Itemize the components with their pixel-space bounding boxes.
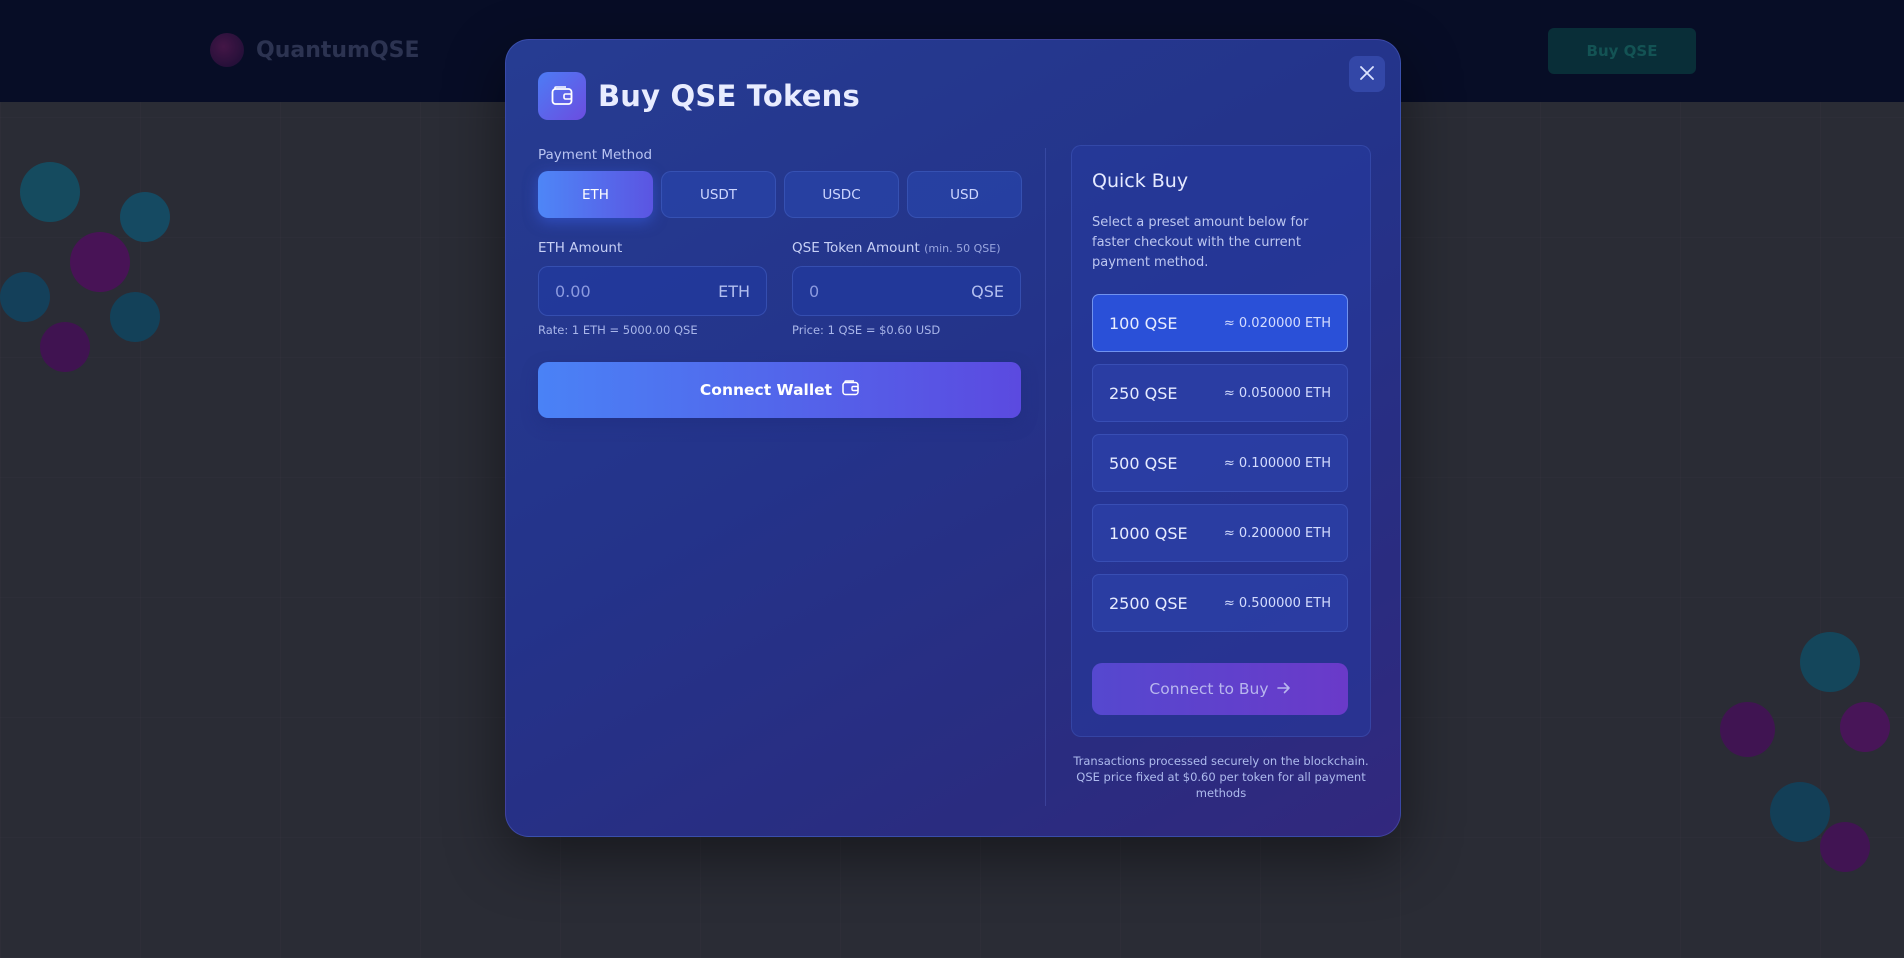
option-amount: 250 QSE bbox=[1109, 383, 1178, 403]
option-equivalent: ≈ 0.050000 ETH bbox=[1223, 385, 1331, 401]
connect-wallet-button[interactable]: Connect Wallet bbox=[538, 362, 1021, 418]
quick-buy-title: Quick Buy bbox=[1092, 170, 1189, 192]
qse-amount-label-text: QSE Token Amount bbox=[792, 240, 920, 256]
eth-amount-label: ETH Amount bbox=[538, 240, 622, 256]
footnote: Transactions processed securely on the b… bbox=[1071, 753, 1371, 801]
eth-amount-field[interactable]: ETH bbox=[538, 266, 767, 316]
payment-option-eth[interactable]: ETH bbox=[538, 171, 653, 218]
qse-unit-label: QSE bbox=[971, 281, 1004, 301]
connect-to-buy-button[interactable]: Connect to Buy bbox=[1092, 663, 1348, 715]
arrow-right-icon bbox=[1276, 680, 1291, 698]
quick-buy-option-2500[interactable]: 2500 QSE ≈ 0.500000 ETH bbox=[1092, 574, 1348, 632]
quick-buy-description: Select a preset amount below for faster … bbox=[1092, 215, 1309, 270]
buy-tokens-modal: Buy QSE Tokens Payment Method ETH USDT U… bbox=[505, 39, 1401, 837]
qse-min-label: (min. 50 QSE) bbox=[924, 242, 1001, 255]
quick-buy-option-500[interactable]: 500 QSE ≈ 0.100000 ETH bbox=[1092, 434, 1348, 492]
column-divider bbox=[1045, 148, 1046, 806]
modal-title: Buy QSE Tokens bbox=[598, 79, 860, 113]
payment-method-selector: ETH USDT USDC USD bbox=[538, 171, 1022, 218]
qse-amount-label: QSE Token Amount (min. 50 QSE) bbox=[792, 240, 1000, 256]
eth-rate-hint: Rate: 1 ETH = 5000.00 QSE bbox=[538, 323, 698, 337]
eth-amount-label-text: ETH Amount bbox=[538, 240, 623, 256]
payment-option-usdc[interactable]: USDC bbox=[784, 171, 899, 218]
option-equivalent: ≈ 0.020000 ETH bbox=[1223, 315, 1331, 331]
option-equivalent: ≈ 0.500000 ETH bbox=[1223, 595, 1331, 611]
payment-method-label: Payment Method bbox=[538, 147, 653, 163]
quick-buy-option-100[interactable]: 100 QSE ≈ 0.020000 ETH bbox=[1092, 294, 1348, 352]
option-amount: 2500 QSE bbox=[1109, 593, 1188, 613]
qse-price-hint: Price: 1 QSE = $0.60 USD bbox=[792, 323, 941, 337]
qse-amount-field[interactable]: QSE bbox=[792, 266, 1021, 316]
wallet-icon bbox=[538, 72, 586, 120]
connect-to-buy-label: Connect to Buy bbox=[1149, 680, 1269, 698]
payment-option-usd[interactable]: USD bbox=[907, 171, 1022, 218]
close-button[interactable] bbox=[1349, 56, 1385, 92]
footnote-line-2: QSE price fixed at $0.60 per token for a… bbox=[1076, 770, 1366, 800]
connect-wallet-label: Connect Wallet bbox=[699, 381, 833, 399]
footnote-line-1: Transactions processed securely on the b… bbox=[1073, 754, 1369, 768]
option-amount: 500 QSE bbox=[1109, 453, 1178, 473]
payment-option-usdt[interactable]: USDT bbox=[661, 171, 776, 218]
eth-unit-label: ETH bbox=[718, 281, 750, 301]
quick-buy-option-250[interactable]: 250 QSE ≈ 0.050000 ETH bbox=[1092, 364, 1348, 422]
qse-amount-input[interactable] bbox=[809, 281, 939, 301]
option-amount: 1000 QSE bbox=[1109, 523, 1188, 543]
wallet-icon bbox=[842, 380, 859, 400]
option-equivalent: ≈ 0.200000 ETH bbox=[1223, 525, 1331, 541]
close-icon bbox=[1360, 65, 1374, 84]
option-equivalent: ≈ 0.100000 ETH bbox=[1223, 455, 1331, 471]
option-amount: 100 QSE bbox=[1109, 313, 1178, 333]
eth-amount-input[interactable] bbox=[555, 281, 685, 301]
modal-header: Buy QSE Tokens bbox=[538, 72, 860, 120]
quick-buy-option-1000[interactable]: 1000 QSE ≈ 0.200000 ETH bbox=[1092, 504, 1348, 562]
quick-buy-panel: Quick Buy Select a preset amount below f… bbox=[1071, 145, 1371, 737]
